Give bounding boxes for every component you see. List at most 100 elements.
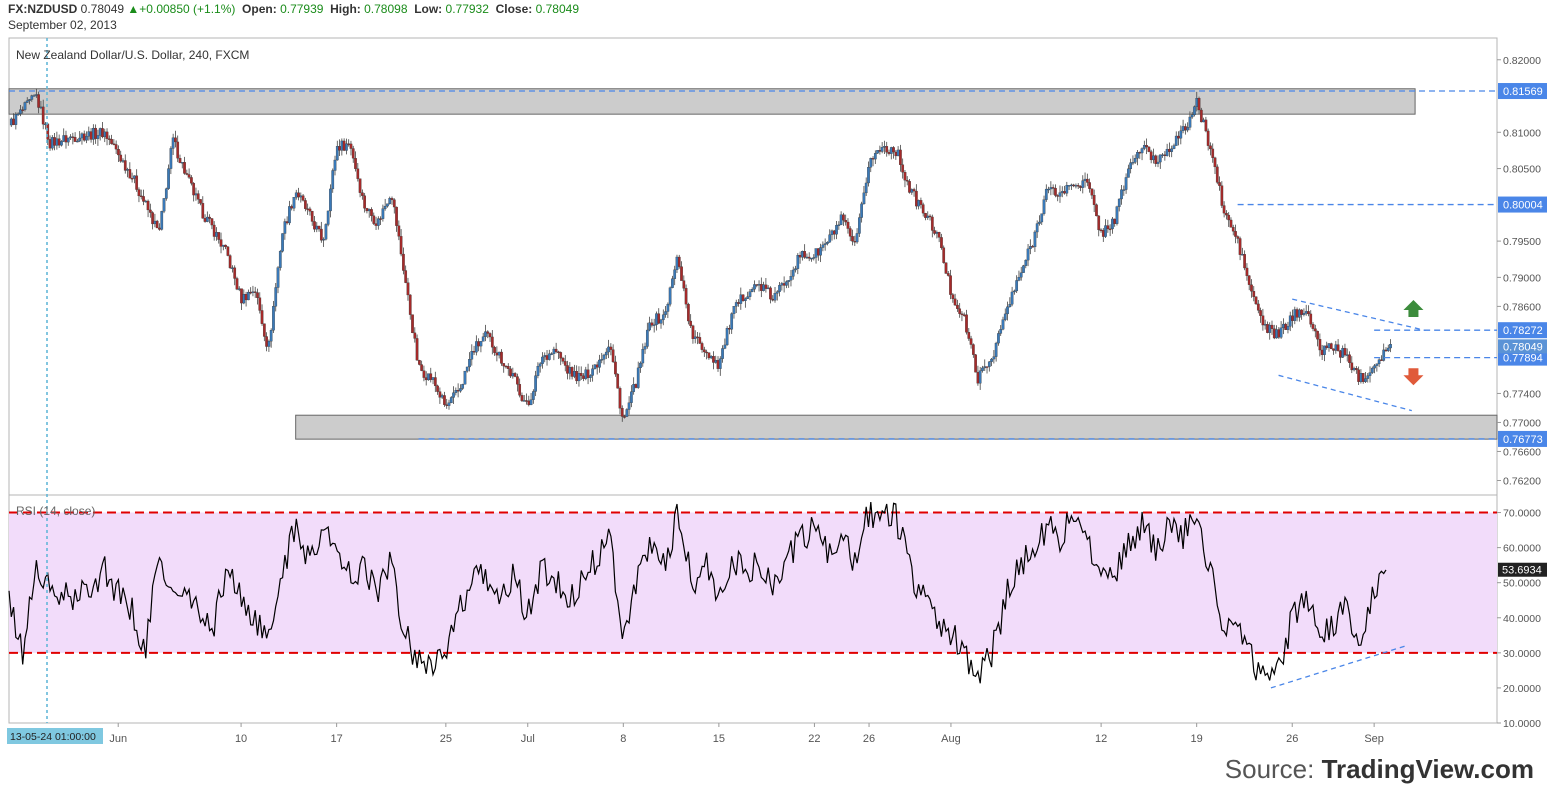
candle-body	[449, 397, 453, 404]
candle-body	[773, 293, 777, 301]
candle-body	[1108, 228, 1112, 231]
candle-body	[1231, 227, 1235, 232]
candle-body	[709, 356, 713, 359]
candle-body	[1359, 373, 1363, 382]
candle-body	[693, 336, 697, 339]
candle-body	[1348, 354, 1351, 363]
source-watermark: Source: TradingView.com	[1225, 754, 1534, 785]
candle-body	[791, 269, 795, 277]
price-zone-0	[8, 88, 1416, 115]
candle-body	[588, 375, 592, 378]
candle-body	[96, 135, 100, 139]
candle-body	[1072, 184, 1076, 187]
candle-body	[183, 162, 186, 174]
candle-body	[962, 314, 966, 316]
candle-body	[486, 331, 490, 334]
candle	[50, 135, 54, 151]
candle-body	[35, 94, 38, 96]
candle-body	[1220, 185, 1224, 206]
rsi-tick-label: 30.0000	[1503, 648, 1541, 660]
candle-body	[199, 199, 202, 204]
candle-body	[716, 360, 720, 369]
candle	[427, 373, 430, 381]
candle-body	[415, 338, 419, 361]
rsi-last-text: 53.6934	[1502, 565, 1542, 577]
price-tick-label: 0.76200	[1503, 475, 1541, 487]
candle-body	[677, 256, 681, 267]
candle-body	[55, 138, 59, 146]
candle-body	[1339, 350, 1342, 358]
candle-body	[655, 313, 658, 325]
candle-body	[390, 198, 394, 200]
candle-body	[516, 376, 519, 385]
date-tick-label: Sep	[1364, 733, 1384, 745]
candle-body	[566, 365, 569, 374]
candle-body	[1370, 367, 1374, 373]
candle-body	[110, 139, 113, 144]
candle-body	[272, 306, 275, 331]
candle-body	[25, 100, 29, 103]
candle-body	[1140, 148, 1144, 154]
candle-body	[1318, 339, 1322, 351]
candle-body	[992, 356, 996, 360]
candle-body	[133, 175, 136, 179]
candle-body	[823, 243, 827, 246]
candle-body	[520, 395, 524, 401]
candle-body	[1190, 114, 1194, 118]
price-chart[interactable]: 0.81569 0.80004 0.78272 0.77894 0.76773 0.780…	[0, 0, 1548, 795]
candle	[226, 246, 230, 257]
candle-body	[620, 408, 624, 417]
candle-body	[956, 304, 959, 309]
candle-body	[1329, 343, 1333, 350]
candle-body	[1090, 188, 1094, 196]
candle-body	[1047, 188, 1050, 191]
candle-body	[37, 94, 40, 108]
candle-body	[602, 354, 606, 360]
candle-body	[734, 302, 738, 307]
candle-body	[721, 348, 724, 359]
candle-body	[1288, 315, 1292, 327]
candle-body	[64, 135, 68, 143]
candle	[741, 294, 745, 302]
candle-body	[1241, 254, 1244, 256]
candle-body	[1099, 229, 1103, 232]
candle-body	[527, 400, 531, 406]
candle-body	[447, 402, 451, 406]
candle-body	[1199, 109, 1203, 123]
candle-body	[910, 189, 914, 193]
candle-body	[1092, 195, 1096, 205]
candle-body	[554, 348, 558, 352]
candle-body	[372, 215, 376, 224]
candle-body	[839, 214, 843, 225]
candle-body	[1225, 212, 1228, 216]
last-price-text: 0.78049	[1503, 341, 1543, 353]
candle-body	[463, 370, 467, 385]
candle-body	[502, 363, 506, 367]
candle-body	[468, 359, 471, 368]
candle-body	[762, 284, 765, 291]
candle-body	[137, 189, 141, 197]
candle-body	[461, 384, 465, 389]
candle-body	[46, 123, 50, 140]
candle-body	[1010, 291, 1014, 305]
candle-body	[561, 357, 565, 362]
candle	[278, 249, 282, 271]
candle-body	[443, 395, 446, 405]
candle-body	[960, 313, 964, 315]
candle-body	[951, 294, 955, 299]
candle-body	[705, 351, 708, 354]
candle-body	[285, 221, 289, 224]
candle-body	[101, 128, 104, 138]
candle-body	[557, 351, 560, 353]
candle-body	[1389, 344, 1392, 349]
candle-body	[226, 246, 230, 256]
candle-body	[180, 162, 184, 164]
candle-body	[1104, 225, 1107, 237]
candle-body	[62, 135, 66, 142]
candle-body	[614, 361, 617, 375]
candle-body	[28, 99, 31, 101]
candle-body	[919, 200, 923, 205]
candle-body	[946, 273, 950, 276]
candle-body	[436, 385, 439, 392]
rsi-tick-label: 60.0000	[1503, 543, 1541, 555]
